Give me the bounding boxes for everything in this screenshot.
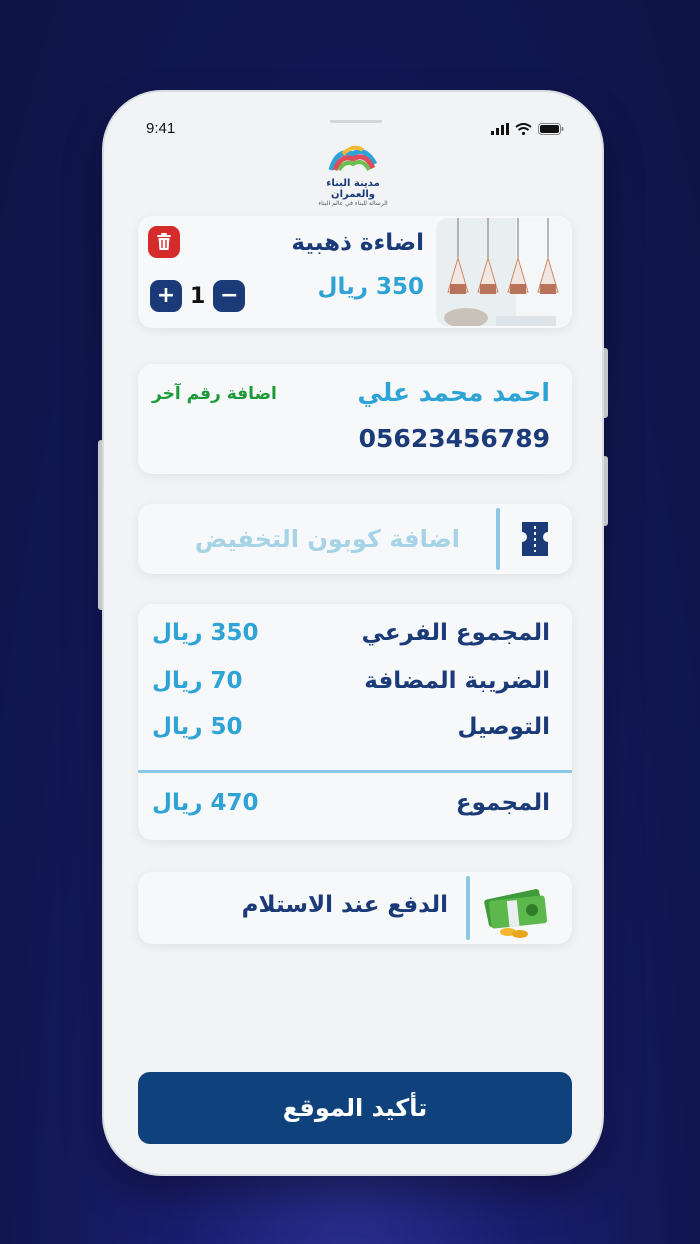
summary-row-tax: الضريبة المضافة 70 ريال [138,668,572,708]
battery-icon [538,123,564,135]
subtotal-value: 350 ريال [152,620,259,646]
payment-method-card[interactable]: الدفع عند الاستلام [138,872,572,944]
increment-button[interactable]: + [150,280,182,312]
tax-value: 70 ريال [152,668,243,694]
summary-row-delivery: التوصيل 50 ريال [138,714,572,754]
pendant-lamps-icon [436,218,570,326]
total-value: 470 ريال [152,790,259,816]
confirm-location-button[interactable]: تأكيد الموقع [138,1072,572,1144]
trash-icon [157,233,171,250]
subtotal-label: المجموع الفرعي [361,620,550,646]
cart-item-card: اضاءة ذهبية 350 ريال + 1 − [138,216,572,328]
quantity-value: 1 [190,283,206,309]
delete-item-button[interactable] [148,226,180,258]
phone-side-button [602,456,608,526]
notch-indicator [330,120,382,123]
decrement-button[interactable]: − [213,280,246,312]
ticket-icon [522,522,548,556]
payment-divider [466,876,470,940]
brand-name: مدينة البناء والعمران [326,178,380,200]
product-name: اضاءة ذهبية [291,230,424,256]
product-price: 350 ريال [317,274,425,300]
wifi-icon [515,123,532,135]
total-label: المجموع [455,790,550,816]
add-number-link[interactable]: اضافة رقم آخر [152,384,277,404]
brand-tagline: الرسالة للبناء في عالم البناء [318,200,388,207]
phone-screen: 9:41 مدينة البناء والعمران الرسالة للبنا… [104,92,602,1174]
summary-divider [138,770,572,773]
quantity-stepper: + 1 − [150,280,246,312]
order-summary-card: المجموع الفرعي 350 ريال الضريبة المضافة … [138,604,572,840]
brand-logo: مدينة البناء والعمران الرسالة للبناء في … [310,144,396,207]
payment-method-label: الدفع عند الاستلام [241,892,448,918]
delivery-label: التوصيل [457,714,550,740]
coupon-divider [496,508,500,570]
contact-phone: 05623456789 [358,424,550,453]
status-icons [491,123,564,135]
contact-card: احمد محمد علي 05623456789 اضافة رقم آخر [138,364,572,474]
summary-row-subtotal: المجموع الفرعي 350 ريال [138,620,572,660]
summary-row-total: المجموع 470 ريال [138,790,572,830]
status-time: 9:41 [146,120,176,137]
coupon-input[interactable] [158,518,462,560]
product-image [436,218,570,326]
logo-mark-icon [328,145,378,172]
tax-label: الضريبة المضافة [364,668,550,694]
cash-icon [484,889,548,938]
contact-name: احمد محمد علي [357,378,550,407]
phone-side-button [602,348,608,418]
delivery-value: 50 ريال [152,714,243,740]
signal-icon [491,123,509,135]
coupon-card [138,504,572,574]
